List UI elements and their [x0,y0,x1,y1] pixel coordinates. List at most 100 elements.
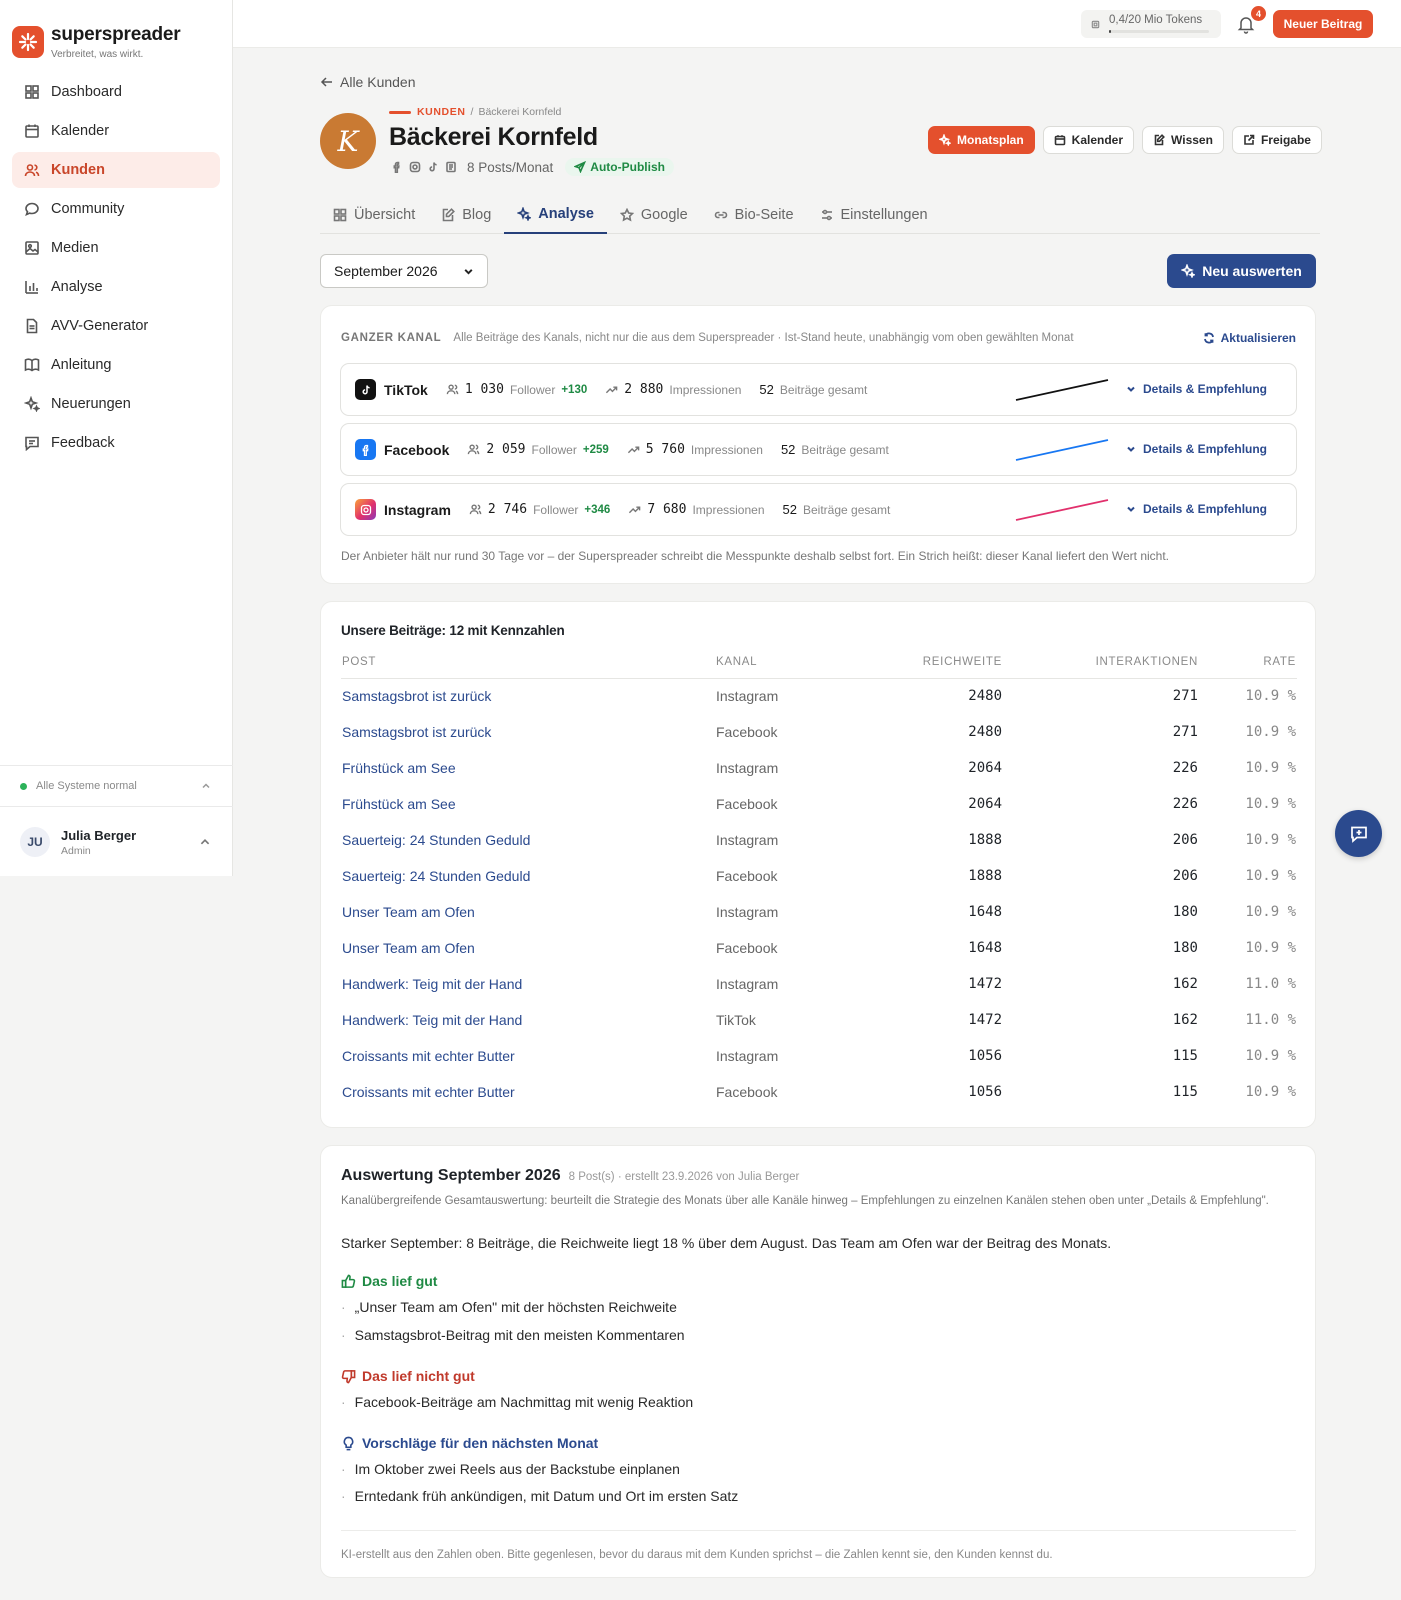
breadcrumb-section[interactable]: KUNDEN [417,106,466,118]
details-button-label: Details & Empfehlung [1143,382,1268,396]
table-row[interactable]: Samstagsbrot ist zurück Instagram 2480 271 1… [341,678,1297,714]
tab-blog[interactable]: Blog [428,196,504,234]
token-usage[interactable]: 0,4/20 Mio Tokens [1081,10,1221,38]
new-post-button[interactable]: Neuer Beitrag [1273,10,1373,38]
tab-label: Übersicht [354,207,416,223]
system-status[interactable]: Alle Systeme normal [0,765,233,807]
details-button-label: Details & Empfehlung [1143,442,1268,456]
sidebar-item-avv-generator[interactable]: AVV-Generator [12,308,220,344]
wissen-button[interactable]: Wissen [1142,126,1224,154]
post-rate: 11.0 % [1245,976,1296,992]
post-title-link[interactable]: Unser Team am Ofen [341,930,715,966]
tip-item: Erntedank früh ankündigen, mit Datum und… [341,1488,739,1504]
tab-analyse[interactable]: Analyse [504,196,607,234]
refresh-button[interactable]: Aktualisieren [1203,331,1296,345]
sidebar-item-neuerungen[interactable]: Neuerungen [12,386,220,422]
tab-label: Einstellungen [840,207,928,223]
table-row[interactable]: Unser Team am Ofen Instagram 1648 180 10.9 % [341,894,1297,930]
token-progress-fill [1109,30,1111,33]
freigabe-button[interactable]: Freigabe [1231,126,1322,154]
table-row[interactable]: Samstagsbrot ist zurück Facebook 2480 271 10… [341,714,1297,750]
details-button[interactable]: Details & Empfehlung [1126,442,1267,456]
evaluate-button-label: Neu auswerten [1202,263,1302,279]
post-title-link[interactable]: Handwerk: Teig mit der Hand [341,1002,715,1038]
sidebar-item-feedback[interactable]: Feedback [12,425,220,461]
sparkle-icon [24,396,40,412]
feedback-chat-button[interactable] [1335,810,1382,857]
table-row[interactable]: Croissants mit echter Butter Facebook 1056… [341,1074,1297,1110]
sparkline-line [1015,439,1109,461]
divider [341,1530,1296,1531]
post-channel: Instagram [716,688,779,705]
brand[interactable]: superspreader Verbreitet, was wirkt. [0,0,232,66]
column-header-interaktionen: INTERAKTIONEN [1003,646,1199,679]
bad-section-heading: Das lief nicht gut [341,1368,475,1384]
sidebar-item-analyse[interactable]: Analyse [12,269,220,305]
tab-einstellungen[interactable]: Einstellungen [807,196,941,234]
thumbs-up-icon [341,1274,356,1288]
table-row[interactable]: Handwerk: Teig mit der Hand Instagram 1472… [341,966,1297,1002]
table-row[interactable]: Sauerteig: 24 Stunden Geduld Instagram 188… [341,822,1297,858]
post-title-link[interactable]: Frühstück am See [341,786,715,822]
post-interactions: 162 [1172,976,1198,992]
post-title-link[interactable]: Unser Team am Ofen [341,894,715,930]
post-interactions: 115 [1172,1048,1198,1064]
brand-tagline: Verbreitet, was wirkt. [51,49,144,60]
follower-stat: 2 059 Follower +259 [467,442,609,457]
sidebar-item-anleitung[interactable]: Anleitung [12,347,220,383]
header-actions: Monatsplan Kalender Wissen Freigabe [920,126,1322,154]
follower-label: Follower [509,382,556,397]
kalender-button[interactable]: Kalender [1042,126,1135,154]
tab-bio-seite[interactable]: Bio-Seite [701,196,807,234]
evaluate-button[interactable]: Neu auswerten [1167,254,1316,288]
table-row[interactable]: Sauerteig: 24 Stunden Geduld Facebook 1888… [341,858,1297,894]
sidebar-item-medien[interactable]: Medien [12,230,220,266]
posts-stat: 52 Beiträge gesamt [781,442,889,457]
details-button[interactable]: Details & Empfehlung [1126,382,1267,396]
channels-card-label: GANZER KANAL [341,332,442,344]
tab-google[interactable]: Google [607,196,701,234]
post-title-link[interactable]: Samstagsbrot ist zurück [341,714,715,750]
post-channel: Instagram [716,976,779,992]
table-row[interactable]: Croissants mit echter Butter Instagram 105… [341,1038,1297,1074]
details-button-label: Details & Empfehlung [1143,502,1268,516]
details-button[interactable]: Details & Empfehlung [1126,502,1267,516]
table-row[interactable]: Unser Team am Ofen Facebook 1648 180 10.9 % [341,930,1297,966]
users-icon [469,504,482,515]
monatsplan-button[interactable]: Monatsplan [928,126,1035,154]
month-select[interactable]: September 2026 [320,254,488,288]
post-title-link[interactable]: Sauerteig: 24 Stunden Geduld [341,858,715,894]
post-title-link[interactable]: Croissants mit echter Butter [341,1074,715,1110]
tab-uebersicht[interactable]: Übersicht [320,196,428,234]
sidebar-item-kalender[interactable]: Kalender [12,113,220,149]
user-menu[interactable]: JU Julia Berger Admin [0,808,233,876]
post-reach: 1472 [968,976,1002,992]
sparkle-icon [939,134,951,146]
sidebar-item-kunden[interactable]: Kunden [12,152,220,188]
chevron-down-icon [1127,386,1135,392]
table-row[interactable]: Frühstück am See Facebook 2064 226 10.9 % [341,786,1297,822]
column-header-rate: RATE [1199,646,1297,679]
post-title-link[interactable]: Sauerteig: 24 Stunden Geduld [341,822,715,858]
post-interactions: 271 [1172,724,1198,740]
token-usage-label: 0,4/20 Mio Tokens [1109,14,1203,26]
evaluation-description: Kanalübergreifende Gesamtauswertung: beu… [341,1195,1269,1207]
table-row[interactable]: Handwerk: Teig mit der Hand TikTok 1472 162… [341,1002,1297,1038]
post-title-link[interactable]: Samstagsbrot ist zurück [341,678,715,714]
impressions-count: 5 760 [645,442,685,457]
table-row[interactable]: Frühstück am See Instagram 2064 226 10.9 % [341,750,1297,786]
posts-label: Beiträge gesamt [779,382,868,397]
sidebar-item-dashboard[interactable]: Dashboard [12,74,220,110]
post-title-link[interactable]: Croissants mit echter Butter [341,1038,715,1074]
evaluation-header: Auswertung September 2026 8 Post(s) · er… [341,1167,799,1185]
sidebar-item-label: Anleitung [51,357,112,373]
post-title-link[interactable]: Handwerk: Teig mit der Hand [341,966,715,1002]
avatar: JU [20,827,50,857]
evaluation-meta: 8 Post(s) · erstellt 23.9.2026 von Julia… [568,1171,800,1183]
sparkle-icon [1181,264,1196,278]
post-title-link[interactable]: Frühstück am See [341,750,715,786]
kalender-button-label: Kalender [1071,133,1124,147]
back-link[interactable]: Alle Kunden [320,74,416,90]
sidebar-item-community[interactable]: Community [12,191,220,227]
client-avatar: K [320,113,376,169]
